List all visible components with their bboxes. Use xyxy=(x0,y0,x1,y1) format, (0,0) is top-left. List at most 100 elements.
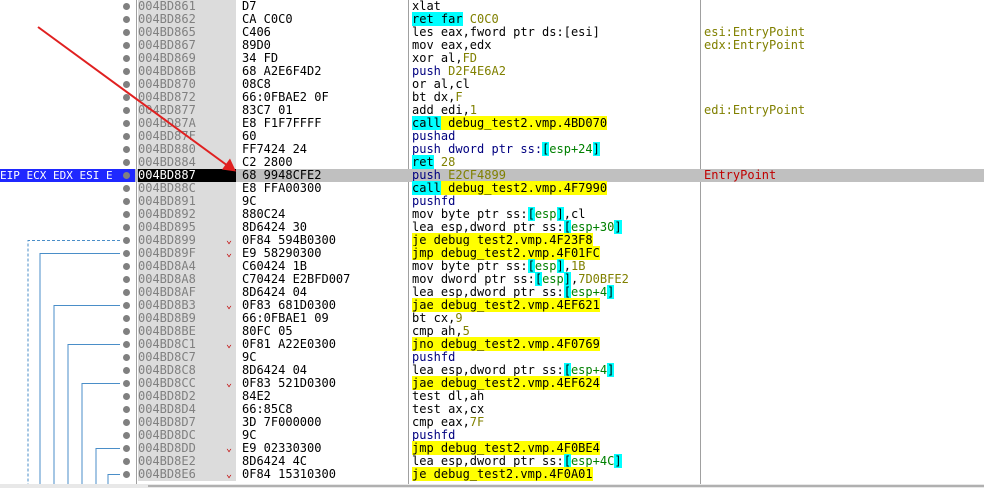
breakpoint-dot-icon[interactable] xyxy=(123,354,130,361)
instruction-token: esp+4 xyxy=(570,363,608,377)
instruction-token: debug_test2.vmp.4F0A01 xyxy=(426,467,593,481)
instruction-token: ] xyxy=(607,363,615,377)
breakpoint-dot-icon[interactable] xyxy=(123,107,130,114)
register-labels: EIP ECX EDX ESI E xyxy=(0,169,135,182)
breakpoint-dot-icon[interactable] xyxy=(123,445,130,452)
instruction-token: D2F4E6A2 xyxy=(448,64,506,78)
instruction-token: bt cx, xyxy=(412,311,456,325)
instruction-token: ] xyxy=(592,142,600,156)
instruction-token: test dl,ah xyxy=(412,389,485,403)
scrollbar-thumb[interactable] xyxy=(148,485,984,487)
instruction-token: lea esp,dword ptr ss: xyxy=(412,285,564,299)
instruction-token: [ xyxy=(563,220,571,234)
instruction-token: [ xyxy=(534,272,543,286)
breakpoint-dot-icon[interactable] xyxy=(123,94,130,101)
breakpoint-dot-icon[interactable] xyxy=(123,224,130,231)
breakpoint-dot-icon[interactable] xyxy=(123,81,130,88)
instruction-token: jae xyxy=(412,376,434,390)
instruction-token: esp xyxy=(534,259,557,273)
instruction-token: call xyxy=(412,116,441,130)
breakpoint-dot-icon[interactable] xyxy=(123,471,130,478)
instruction-token: pushfd xyxy=(412,428,456,442)
instruction-token: debug_test2.vmp.4BD070 xyxy=(440,116,608,130)
instruction-token: debug_test2.vmp.4F23F8 xyxy=(426,233,593,247)
instruction-token: pushad xyxy=(412,129,456,143)
breakpoint-dot-icon[interactable] xyxy=(123,3,130,10)
breakpoint-dot-icon[interactable] xyxy=(123,432,130,439)
instruction-token: ] xyxy=(556,259,564,273)
jump-arrow-icon: ⌄ xyxy=(226,248,233,259)
breakpoint-dot-icon[interactable] xyxy=(123,367,130,374)
breakpoint-dot-icon[interactable] xyxy=(123,16,130,23)
bytes-cell: 0F84 15310300 xyxy=(242,467,336,481)
breakpoint-dot-icon[interactable] xyxy=(123,250,130,257)
instruction-token: pushfd xyxy=(412,350,456,364)
instruction-token: ] xyxy=(563,272,571,286)
breakpoint-dot-icon[interactable] xyxy=(123,393,130,400)
instruction-token: F xyxy=(455,90,463,104)
breakpoint-dot-icon[interactable] xyxy=(123,146,130,153)
jump-arrow-icon: ⌄ xyxy=(226,339,233,350)
breakpoint-dot-icon[interactable] xyxy=(123,237,130,244)
instruction-token: 9 xyxy=(455,311,463,325)
instruction-token: bt dx, xyxy=(412,90,456,104)
comment-cell: edx:EntryPoint xyxy=(704,38,806,52)
instruction-token: FD xyxy=(462,51,478,65)
jump-arrow-icon: ⌄ xyxy=(226,378,233,389)
breakpoint-dot-icon[interactable] xyxy=(123,315,130,322)
instruction-token: cmp eax, xyxy=(412,415,470,429)
instruction-token: 1 xyxy=(469,103,478,117)
instruction-token: 1B xyxy=(570,259,586,273)
breakpoint-dot-icon[interactable] xyxy=(123,276,130,283)
breakpoint-dot-icon[interactable] xyxy=(123,328,130,335)
instruction-token: debug_test2.vmp.4EF624 xyxy=(433,376,600,390)
instruction-token: [ xyxy=(563,285,571,299)
instruction-token: jae xyxy=(412,298,434,312)
breakpoint-dot-icon[interactable] xyxy=(123,185,130,192)
instruction-token: E2CF4899 xyxy=(448,168,506,182)
breakpoint-dot-icon[interactable] xyxy=(123,198,130,205)
breakpoint-dot-icon[interactable] xyxy=(123,302,130,309)
disassembly-view[interactable]: 004BD861 D7 xlat 004BD862 CA C0C0 ret far C0C… xyxy=(0,0,984,484)
instruction-token: cmp ah, xyxy=(412,324,463,338)
breakpoint-dot-icon[interactable] xyxy=(123,133,130,140)
instruction-token: [ xyxy=(527,207,535,221)
instruction-row[interactable]: 004BD8E6 ⌄ 0F84 15310300 je debug_test2.vmp… xyxy=(0,467,984,481)
jump-arrow-icon: ⌄ xyxy=(226,300,233,311)
instruction-token: jmp xyxy=(412,441,434,455)
breakpoint-dot-icon[interactable] xyxy=(123,68,130,75)
breakpoint-dot-icon[interactable] xyxy=(123,458,130,465)
instruction-token: ] xyxy=(556,207,564,221)
instruction-token: esp xyxy=(534,207,557,221)
instruction-cell: je debug_test2.vmp.4F0A01 xyxy=(412,467,593,481)
breakpoint-dot-icon[interactable] xyxy=(123,380,130,387)
address-cell: 004BD8E6 xyxy=(138,468,236,481)
instruction-token: , xyxy=(563,259,571,273)
breakpoint-dot-icon[interactable] xyxy=(123,55,130,62)
breakpoint-dot-icon[interactable] xyxy=(123,159,130,166)
instruction-token: 7F xyxy=(469,415,485,429)
instruction-token: add edi, xyxy=(412,103,470,117)
breakpoint-dot-icon[interactable] xyxy=(123,341,130,348)
breakpoint-dot-icon[interactable] xyxy=(123,406,130,413)
breakpoint-dot-icon[interactable] xyxy=(123,42,130,49)
breakpoint-dot-icon[interactable] xyxy=(123,419,130,426)
comment-cell: edi:EntryPoint xyxy=(704,103,806,117)
instruction-token: ret far xyxy=(412,12,463,26)
breakpoint-dot-icon[interactable] xyxy=(123,263,130,270)
instruction-token: lea esp,dword ptr ss: xyxy=(412,363,564,377)
bytes-cell: 0F81 A22E0300 xyxy=(242,337,336,351)
comment-cell: EntryPoint xyxy=(704,168,777,182)
instruction-token: ,cl xyxy=(563,207,586,221)
breakpoint-dot-icon[interactable] xyxy=(123,120,130,127)
instruction-token: 7D0BFE2 xyxy=(578,272,629,286)
jump-arrow-icon: ⌄ xyxy=(226,235,233,246)
instruction-token: [ xyxy=(563,363,571,377)
instruction-token: mov byte ptr ss: xyxy=(412,207,528,221)
instruction-token: lea esp,dword ptr ss: xyxy=(412,454,564,468)
breakpoint-dot-icon[interactable] xyxy=(123,211,130,218)
breakpoint-dot-icon[interactable] xyxy=(123,289,130,296)
breakpoint-dot-icon[interactable] xyxy=(123,172,130,179)
jump-arrow-icon: ⌄ xyxy=(226,443,233,454)
breakpoint-dot-icon[interactable] xyxy=(123,29,130,36)
